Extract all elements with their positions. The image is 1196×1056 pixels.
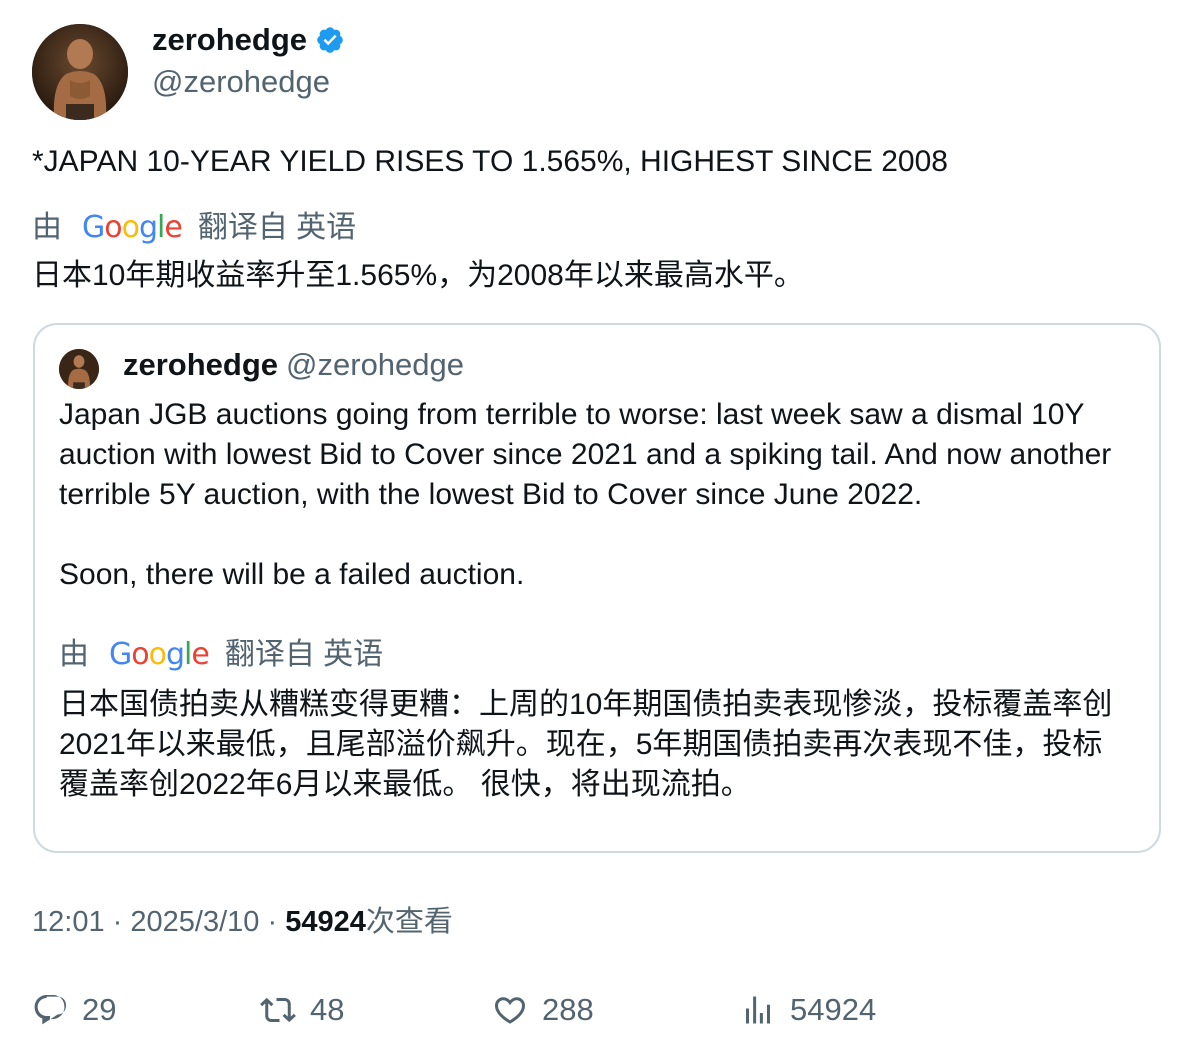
views-count-action: 54924 bbox=[790, 992, 877, 1027]
author-display-name[interactable]: zerohedge bbox=[152, 20, 345, 60]
quoted-translation-attribution: 由 Google 翻译自 英语 bbox=[59, 635, 383, 675]
quoted-tweet-paragraph: Soon, there will be a failed auction. bbox=[59, 558, 525, 591]
views-count: 54924 bbox=[285, 906, 366, 938]
translation-source-label: 翻译自 英语 bbox=[197, 211, 357, 244]
views-label: 次查看 bbox=[365, 906, 453, 938]
quoted-tweet-paragraph: Japan JGB auctions going from terrible t… bbox=[59, 398, 1112, 511]
quoted-tweet-header: zerohedge @zerohedge bbox=[123, 345, 464, 385]
meta-separator: · bbox=[112, 906, 123, 938]
quoted-author-avatar bbox=[59, 349, 99, 389]
author-avatar[interactable] bbox=[32, 24, 128, 120]
author-handle[interactable]: @zerohedge bbox=[152, 62, 330, 102]
retweet-button[interactable]: 48 bbox=[260, 988, 344, 1032]
author-name-text: zerohedge bbox=[152, 22, 308, 57]
reply-icon bbox=[32, 992, 68, 1028]
quoted-author-handle: @zerohedge bbox=[286, 347, 465, 382]
reply-count: 29 bbox=[82, 992, 117, 1027]
views-button[interactable]: 54924 bbox=[740, 988, 876, 1032]
tweet-meta: 12:01 · 2025/3/10 · 54924次查看 bbox=[32, 902, 453, 942]
action-bar: 29 48 288 54924 bbox=[32, 988, 1164, 1032]
tweet-time[interactable]: 12:01 bbox=[32, 906, 105, 938]
like-button[interactable]: 288 bbox=[492, 988, 594, 1032]
google-logo[interactable]: Google bbox=[82, 208, 183, 248]
quoted-author-name: zerohedge bbox=[123, 347, 279, 382]
translation-by-prefix: 由 bbox=[59, 638, 89, 671]
avatar-image bbox=[59, 349, 99, 389]
translation-attribution: 由 Google 翻译自 英语 bbox=[32, 208, 356, 248]
verified-badge-icon bbox=[315, 25, 345, 55]
reply-button[interactable]: 29 bbox=[32, 988, 116, 1032]
translation-by-prefix: 由 bbox=[32, 211, 62, 244]
retweet-count: 48 bbox=[310, 992, 345, 1027]
avatar-image bbox=[32, 24, 128, 120]
views-chart-icon bbox=[740, 992, 776, 1028]
heart-icon bbox=[492, 992, 528, 1028]
tweet-date[interactable]: 2025/3/10 bbox=[130, 906, 259, 938]
retweet-icon bbox=[260, 992, 296, 1028]
google-logo[interactable]: Google bbox=[109, 635, 210, 675]
quoted-tweet-card[interactable]: zerohedge @zerohedge Japan JGB auctions g… bbox=[33, 323, 1161, 853]
quoted-tweet-body: Japan JGB auctions going from terrible t… bbox=[59, 395, 1139, 595]
tweet-text: *JAPAN 10-YEAR YIELD RISES TO 1.565%, HI… bbox=[32, 145, 948, 178]
meta-separator: · bbox=[267, 906, 278, 938]
translated-tweet-text: 日本10年期收益率升至1.565%，为2008年以来最高水平。 bbox=[32, 259, 804, 292]
like-count: 288 bbox=[542, 992, 594, 1027]
translation-source-label: 翻译自 英语 bbox=[224, 638, 384, 671]
quoted-translated-text: 日本国债拍卖从糟糕变得更糟：上周的10年期国债拍卖表现惨淡，投标覆盖率创2021… bbox=[59, 688, 1113, 801]
